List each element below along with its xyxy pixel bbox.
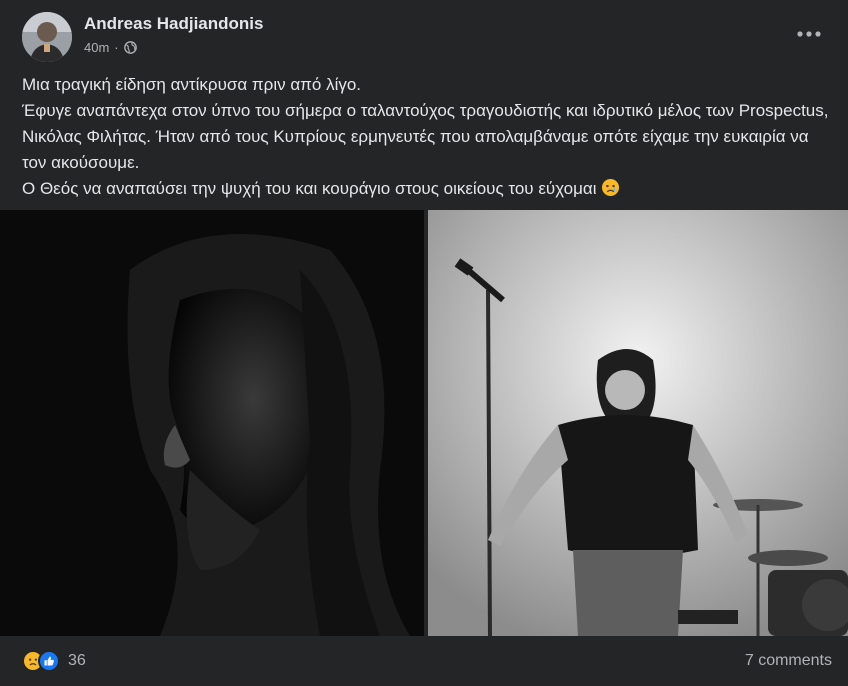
post-message: Μια τραγική είδηση αντίκρυσα πριν από λί… — [22, 72, 832, 202]
post-photo-concert[interactable] — [428, 210, 848, 636]
more-dots-icon — [797, 31, 821, 37]
post-timestamp[interactable]: 40m — [84, 40, 109, 55]
author-name[interactable]: Andreas Hadjiandonis — [84, 14, 263, 34]
post-meta: 40m · — [84, 40, 137, 55]
post-footer: 36 7 comments — [0, 640, 848, 686]
globe-icon — [123, 41, 137, 54]
post-text-line: Έφυγε αναπάντεχα στον ύπνο του σήμερα ο … — [22, 101, 829, 172]
meta-separator: · — [114, 40, 119, 55]
more-options-button[interactable] — [786, 16, 832, 52]
post-text-line: Ο Θεός να αναπαύσει την ψυχή του και κου… — [22, 176, 832, 202]
post-text-line-content: Ο Θεός να αναπαύσει την ψυχή του και κου… — [22, 179, 597, 198]
reaction-count: 36 — [68, 652, 86, 669]
post-header: Andreas Hadjiandonis 40m · — [0, 0, 848, 70]
post-text-line: Μια τραγική είδηση αντίκρυσα πριν από λί… — [22, 75, 362, 94]
post-photo-portrait[interactable] — [0, 210, 424, 636]
sad-emoji-icon — [601, 178, 620, 197]
photo-grid — [0, 210, 848, 636]
author-avatar[interactable] — [22, 12, 72, 62]
comments-count-link[interactable]: 7 comments — [745, 652, 832, 670]
reactions-summary[interactable]: 36 — [22, 650, 86, 672]
like-reaction-icon — [38, 650, 60, 672]
